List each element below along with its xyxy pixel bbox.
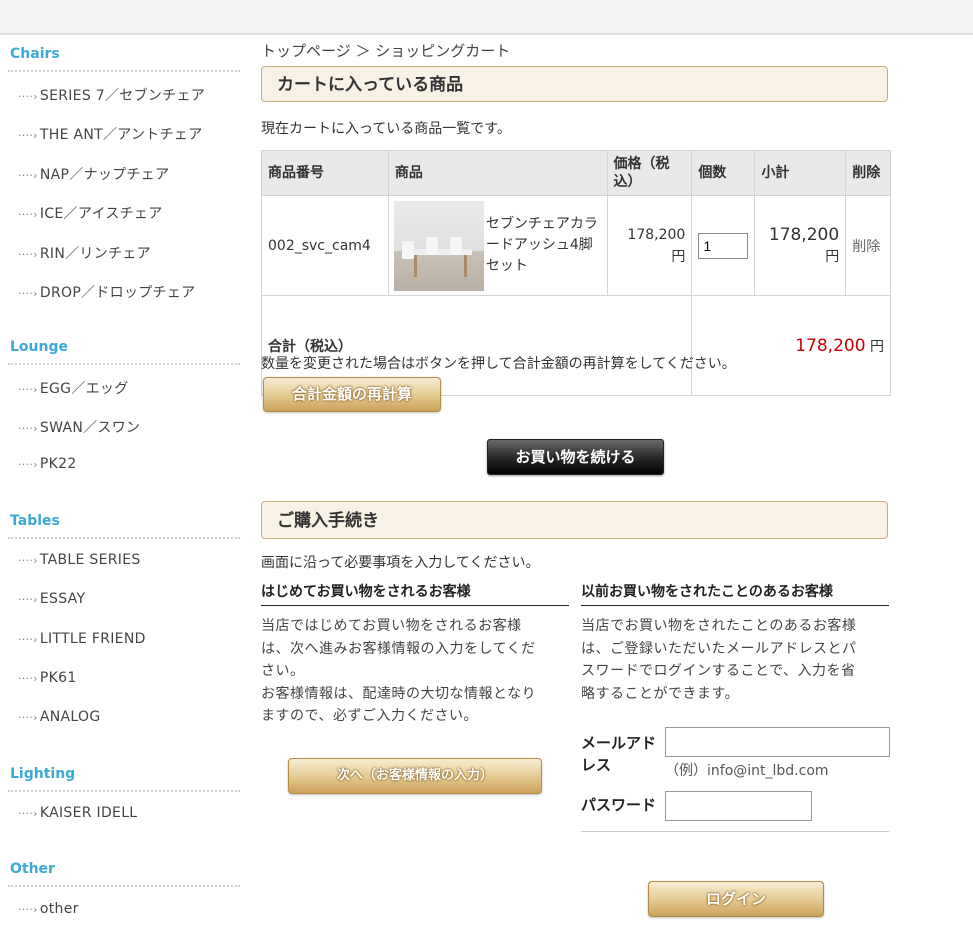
- arrow-right-icon: ····›: [18, 903, 38, 916]
- product-thumbnail[interactable]: [393, 200, 484, 291]
- arrow-right-icon: ····›: [18, 633, 38, 646]
- arrow-right-icon: ····›: [18, 458, 38, 471]
- login-button[interactable]: ログイン: [648, 881, 824, 917]
- sidebar-category-lounge: Lounge: [10, 339, 68, 355]
- arrow-right-icon: ····›: [18, 287, 38, 300]
- sidebar-item-swan[interactable]: ····› SWAN／スワン: [18, 417, 140, 437]
- cart-section-heading: カートに入っている商品: [261, 66, 888, 102]
- arrow-right-icon: ····›: [18, 208, 38, 221]
- cell-subtotal: 178,200 円: [754, 195, 847, 296]
- breadcrumb: トップページ ＞ ショッピングカート: [261, 42, 511, 60]
- recalc-note: 数量を変更された場合はボタンを押して合計金額の再計算をしてください。: [261, 356, 736, 372]
- header-delete: 削除: [845, 150, 891, 196]
- arrow-right-icon: ····›: [18, 129, 38, 142]
- new-customer-description: 当店ではじめてお買い物をされるお客様 は、次へ進みお客様情報の入力をしてくだ さ…: [261, 618, 537, 724]
- email-input[interactable]: [665, 727, 890, 757]
- returning-customer-title: 以前お買い物をされたことのあるお客様: [581, 581, 889, 606]
- sidebar-category-other: Other: [10, 861, 55, 877]
- sidebar-item-drop[interactable]: ····› DROP／ドロップチェア: [18, 282, 195, 302]
- email-example-hint: （例）info@int_lbd.com: [665, 763, 829, 779]
- returning-customer-description: 当店でお買い物をされたことのあるお客様 は、ご登録いただいたメールアドレスとパ …: [581, 618, 857, 702]
- checkout-intro-text: 画面に沿って必要事項を入力してください。: [261, 555, 540, 571]
- sidebar-item-rin[interactable]: ····› RIN／リンチェア: [18, 243, 151, 263]
- checkout-section-heading: ご購入手続き: [261, 501, 888, 539]
- cart-intro-text: 現在カートに入っている商品一覧です。: [261, 121, 511, 137]
- arrow-right-icon: ····›: [18, 90, 38, 103]
- arrow-right-icon: ····›: [18, 807, 38, 820]
- table-row: 002_svc_cam4 セブンチェアカラードアッシュ4脚セット 178,200: [261, 195, 891, 296]
- total-value: 178,200: [795, 335, 866, 356]
- cell-product-code: 002_svc_cam4: [261, 195, 389, 296]
- next-customer-info-button[interactable]: 次へ（お客様情報の入力）: [288, 758, 542, 794]
- sidebar-item-series7[interactable]: ····› SERIES 7／セブンチェア: [18, 85, 205, 105]
- sidebar-divider: [8, 363, 240, 365]
- password-label: パスワード: [581, 796, 657, 814]
- new-customer-title: はじめてお買い物をされるお客様: [261, 581, 569, 606]
- sidebar-item-pk61[interactable]: ····› PK61: [18, 670, 77, 686]
- cell-delete: 削除: [845, 195, 891, 296]
- sidebar-divider: [8, 537, 240, 539]
- sidebar-item-ice[interactable]: ····› ICE／アイスチェア: [18, 203, 163, 223]
- sidebar-item-analog[interactable]: ····› ANALOG: [18, 709, 101, 725]
- product-name-link[interactable]: セブンチェアカラードアッシュ4脚セット: [486, 214, 607, 277]
- header-code: 商品番号: [261, 150, 389, 196]
- sidebar-item-egg[interactable]: ····› EGG／エッグ: [18, 378, 129, 398]
- sidebar-item-little-friend[interactable]: ····› LITTLE FRIEND: [18, 631, 146, 647]
- sidebar-divider: [8, 790, 240, 792]
- sidebar-divider: [8, 885, 240, 887]
- delete-link[interactable]: 削除: [852, 239, 880, 255]
- quantity-input[interactable]: [698, 232, 749, 259]
- sidebar-item-the-ant[interactable]: ····› THE ANT／アントチェア: [18, 124, 203, 144]
- sidebar-item-nap[interactable]: ····› NAP／ナップチェア: [18, 164, 169, 184]
- password-input[interactable]: [665, 791, 812, 821]
- total-unit: 円: [870, 338, 884, 355]
- arrow-right-icon: ····›: [18, 383, 38, 396]
- continue-shopping-button[interactable]: お買い物を続ける: [487, 439, 664, 475]
- browser-top-bar: [0, 0, 973, 35]
- sidebar-item-pk22[interactable]: ····› PK22: [18, 456, 77, 472]
- sidebar-category-tables: Tables: [10, 513, 60, 529]
- sidebar-category-lighting: Lighting: [10, 766, 76, 782]
- cell-price: 178,200 円: [606, 195, 693, 296]
- header-price: 価格（税込）: [606, 150, 693, 196]
- header-product: 商品: [387, 150, 608, 196]
- sidebar-item-kaiser-idell[interactable]: ····› KAISER IDELL: [18, 805, 137, 821]
- cart-table-header: 商品番号 商品 価格（税込） 個数 小計 削除: [261, 150, 891, 196]
- cell-qty: [691, 195, 756, 296]
- sidebar-item-table-series[interactable]: ····› TABLE SERIES: [18, 552, 141, 568]
- arrow-right-icon: ····›: [18, 711, 38, 724]
- cell-product: セブンチェアカラードアッシュ4脚セット: [389, 200, 607, 291]
- sidebar-category-chairs: Chairs: [10, 46, 60, 62]
- arrow-right-icon: ····›: [18, 672, 38, 685]
- arrow-right-icon: ····›: [18, 593, 38, 606]
- login-divider: [581, 831, 889, 832]
- arrow-right-icon: ····›: [18, 422, 38, 435]
- sidebar-divider: [8, 70, 240, 72]
- arrow-right-icon: ····›: [18, 554, 38, 567]
- email-label: メールアド レス: [581, 734, 657, 774]
- recalc-button[interactable]: 合計金額の再計算: [263, 377, 441, 412]
- arrow-right-icon: ····›: [18, 169, 38, 182]
- arrow-right-icon: ····›: [18, 248, 38, 261]
- sidebar-item-other[interactable]: ····› other: [18, 901, 79, 917]
- sidebar-item-essay[interactable]: ····› ESSAY: [18, 591, 85, 607]
- header-subtotal: 小計: [754, 150, 847, 196]
- header-qty: 個数: [691, 150, 756, 196]
- total-value-cell: 178,200 円: [691, 295, 891, 396]
